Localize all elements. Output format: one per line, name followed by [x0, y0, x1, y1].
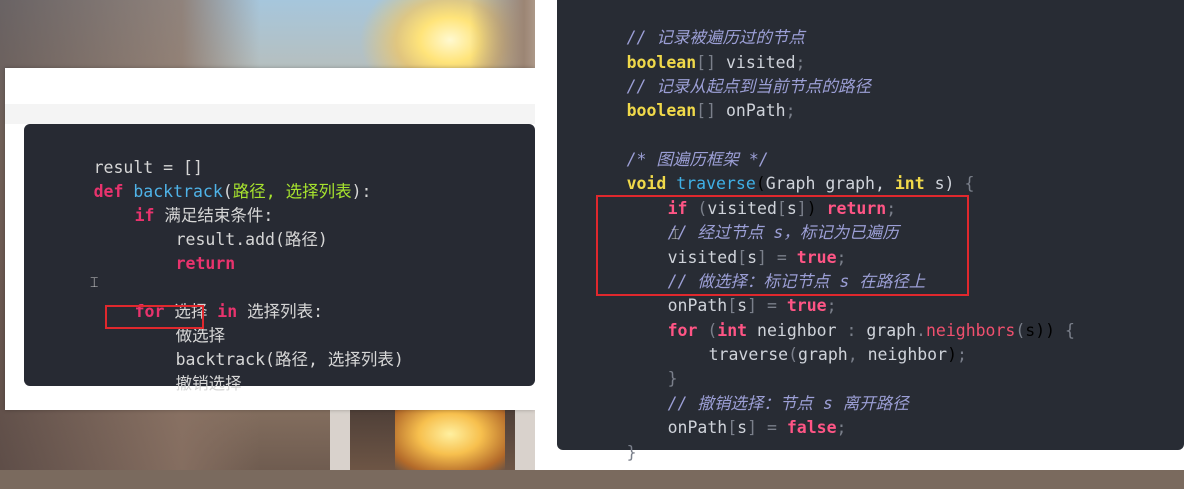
code-line-10: 撤销选择: [116, 348, 242, 393]
assign-onpath-false-text: onPath[s] = false;: [667, 418, 847, 437]
background-pillar-right: [515, 410, 535, 470]
code-line-4: result.add(路径): [116, 204, 328, 249]
traverse-snippet-card: // 记录被遍历过的节点 boolean[] visited; // 记录从起点…: [535, 0, 1184, 470]
decl-onpath-text: boolean[] onPath;: [626, 101, 796, 120]
background-sun-reflection: [395, 410, 505, 470]
card-header-bar: [5, 68, 535, 104]
code-decl-onpath: boolean[] onPath;: [567, 75, 796, 120]
code-if-visited: if (visited[s]) return;: [608, 173, 897, 218]
recurse-text: traverse(graph, neighbor);: [708, 345, 967, 364]
code-comment-onpath: // 记录从起点到当前节点的路径: [567, 51, 871, 96]
code-close-for: }: [608, 343, 678, 388]
code-line-7: for 选择 in 选择列表:: [75, 276, 323, 321]
code-comment-frame: /* 图遍历框架 */: [567, 124, 769, 169]
code-line-5: return: [116, 228, 236, 273]
code-for-neighbors: for (int neighbor : graph.neighbors(s)) …: [608, 295, 1075, 340]
text-cursor-icon: ⌶: [671, 227, 680, 243]
highlight-box-make-choice: [105, 305, 204, 329]
code-close-fn: }: [567, 417, 637, 462]
background-pillar-left: [330, 410, 350, 470]
code-recurse: traverse(graph, neighbor);: [649, 319, 967, 364]
code-undo-choice: 撤销选择: [175, 374, 242, 393]
backtrack-code-block[interactable]: result = [] def backtrack(路径, 选择列表): if …: [24, 124, 535, 393]
code-signature: void traverse(Graph graph, int s) {: [567, 148, 975, 193]
code-line-3: if 满足结束条件:: [75, 180, 274, 225]
code-comment-visited: // 记录被遍历过的节点: [567, 2, 805, 47]
code-comment-undo: // 撤销选择：节点 s 离开路径: [608, 368, 909, 413]
code-line-1: result = []: [34, 132, 203, 177]
traverse-code-block[interactable]: // 记录被遍历过的节点 boolean[] visited; // 记录从起点…: [557, 0, 1184, 462]
card-subheader-stripe: [5, 104, 535, 124]
code-assign-onpath-false: onPath[s] = false;: [608, 392, 847, 437]
highlight-box-choose-block: [596, 195, 969, 296]
code-line-2: def backtrack(路径, 选择列表):: [34, 156, 372, 201]
code-return: return: [175, 254, 236, 273]
brace-text: }: [626, 443, 637, 462]
code-decl-visited: boolean[] visited;: [567, 27, 806, 72]
text-cursor-icon: ⌶: [90, 275, 99, 291]
backtrack-snippet-card: result = [] def backtrack(路径, 选择列表): if …: [5, 68, 535, 410]
